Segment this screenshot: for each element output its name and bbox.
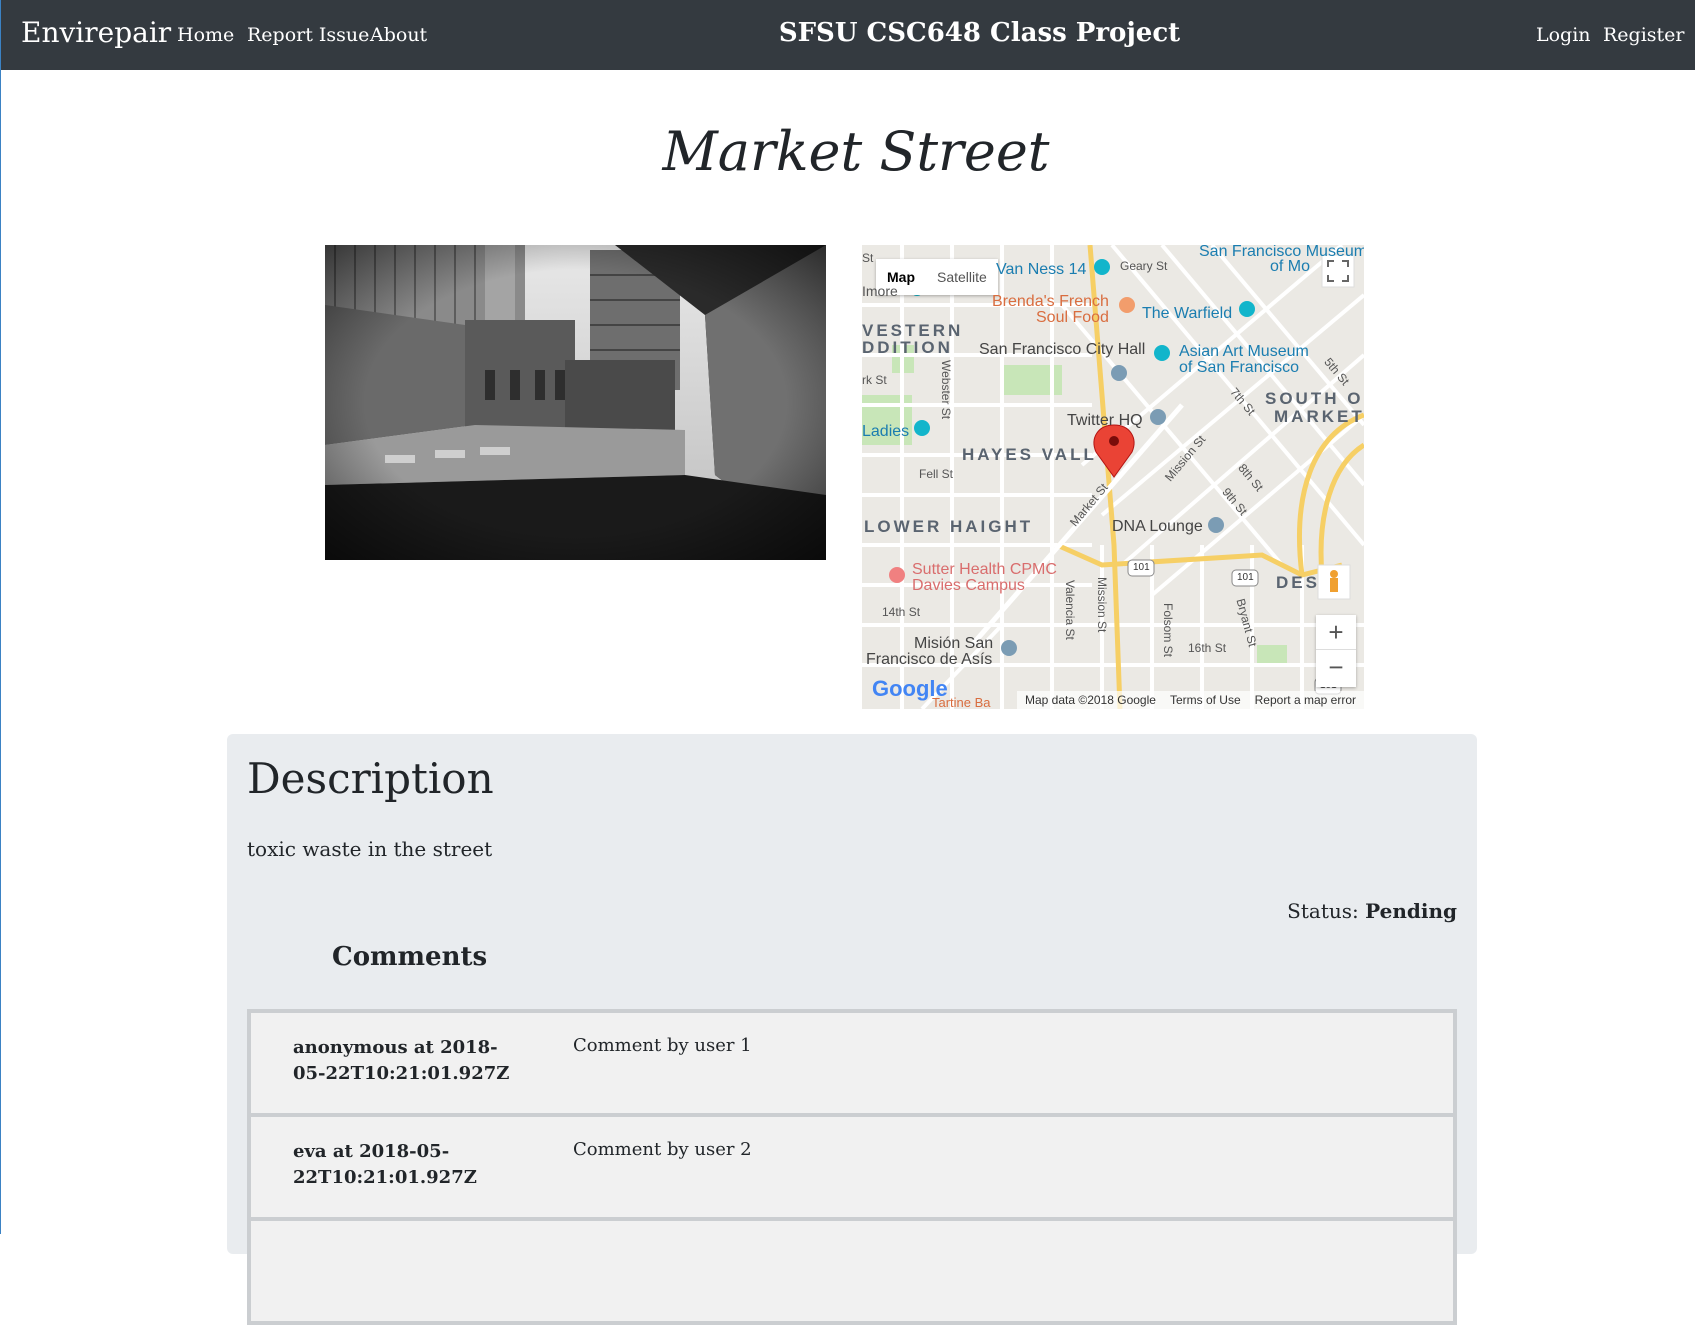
comment-meta: anonymous at 2018-05-22T10:21:01.927Z: [293, 1037, 510, 1084]
map-label: Geary St: [1120, 259, 1168, 273]
map-label: DNA Lounge: [1112, 518, 1203, 535]
map-label: SOUTH O: [1265, 389, 1364, 408]
map-label: rk St: [862, 373, 887, 387]
comment-item: anonymous at 2018-05-22T10:21:01.927Z Co…: [251, 1013, 1453, 1117]
issue-photo: [325, 245, 826, 560]
status-badge: Pending: [1365, 899, 1457, 923]
zoom-out-button[interactable]: −: [1316, 650, 1356, 684]
map-label: Van Ness 14: [996, 261, 1087, 278]
map-label: DES: [1276, 573, 1320, 592]
map-label: of Mo: [1270, 258, 1311, 275]
map-label: 101: [1133, 562, 1150, 573]
map-label: Ladies: [862, 423, 910, 440]
map-label: Folsom St: [1161, 603, 1175, 658]
report-map-error-link[interactable]: Report a map error: [1255, 693, 1356, 707]
map-label: DDITION: [862, 338, 953, 357]
description-heading: Description: [247, 754, 494, 803]
location-map[interactable]: Map Satellite St Imore Van Ness 14 Geary…: [862, 245, 1364, 709]
status: Status: Pending: [1287, 899, 1457, 923]
map-label: The Warfield: [1142, 305, 1233, 322]
description-card: Description toxic waste in the street St…: [227, 734, 1477, 1325]
nav-register[interactable]: Register: [1603, 24, 1685, 46]
map-data-credit: Map data ©2018 Google: [1025, 693, 1156, 707]
comment-body: Comment by user 1: [573, 1035, 752, 1056]
comment-meta: eva at 2018-05-22T10:21:01.927Z: [293, 1141, 477, 1188]
map-label: Twitter HQ: [1067, 412, 1143, 429]
site-title: SFSU CSC648 Class Project: [778, 18, 1181, 48]
map-type-satellite[interactable]: Satellite: [926, 259, 998, 295]
map-label: San Francisco City Hall: [979, 341, 1146, 358]
nav-home[interactable]: Home: [177, 24, 234, 46]
status-label: Status:: [1287, 899, 1359, 923]
nav-about[interactable]: About: [370, 24, 427, 46]
zoom-control: + −: [1316, 615, 1356, 687]
comments-heading: Comments: [332, 942, 488, 972]
comments-list: anonymous at 2018-05-22T10:21:01.927Z Co…: [247, 1009, 1457, 1325]
terms-link[interactable]: Terms of Use: [1170, 693, 1241, 707]
comment-item: eva at 2018-05-22T10:21:01.927Z Comment …: [251, 1117, 1453, 1221]
comment-item: [251, 1221, 1453, 1325]
map-label: LOWER HAIGHT: [864, 517, 1034, 536]
map-label: of San Francisco: [1179, 359, 1300, 376]
map-label: MARKET: [1274, 407, 1364, 426]
map-label: 16th St: [1188, 641, 1227, 655]
map-label: Fell St: [919, 467, 954, 481]
map-label: St: [862, 251, 874, 265]
navbar: Envirepair Home Report Issue About SFSU …: [1, 0, 1695, 70]
map-label: 14th St: [882, 605, 921, 619]
map-label: Webster St: [939, 360, 953, 420]
map-footer: Map data ©2018 Google Terms of Use Repor…: [1017, 691, 1364, 709]
map-label: Imore: [862, 283, 898, 299]
description-text: toxic waste in the street: [247, 837, 493, 861]
map-label: Soul Food: [1036, 309, 1109, 326]
nav-login[interactable]: Login: [1536, 24, 1591, 46]
comment-body: Comment by user 2: [573, 1139, 752, 1160]
map-label: HAYES VALL: [962, 445, 1097, 464]
map-label: Valencia St: [1063, 580, 1077, 640]
map-label: Mission St: [1095, 577, 1109, 633]
map-label: 101: [1237, 572, 1254, 583]
zoom-in-button[interactable]: +: [1316, 615, 1356, 650]
map-label: Francisco de Asís: [866, 651, 993, 668]
brand-link[interactable]: Envirepair: [21, 16, 171, 49]
page-title: Market Street: [662, 120, 1050, 183]
nav-report-issue[interactable]: Report Issue: [247, 24, 369, 46]
google-logo[interactable]: Google: [872, 676, 948, 702]
map-label: Davies Campus: [912, 577, 1025, 594]
